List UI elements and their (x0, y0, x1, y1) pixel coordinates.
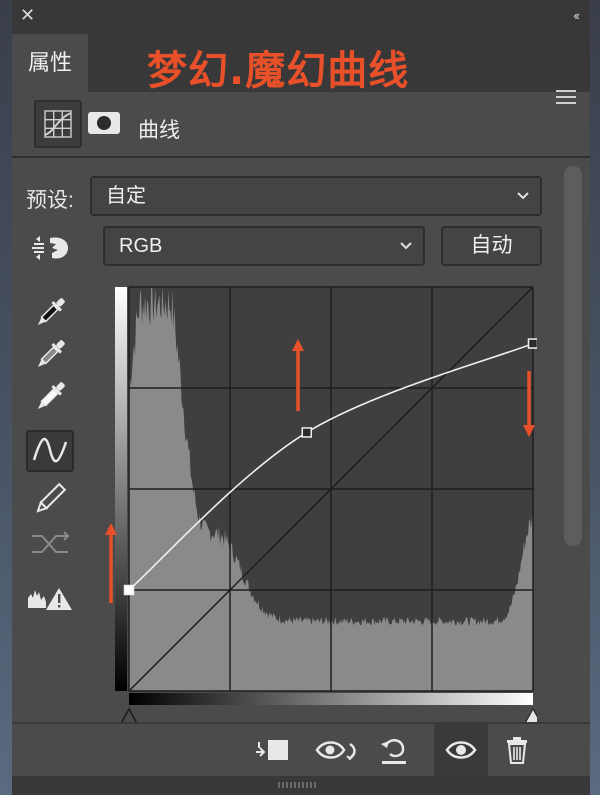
curve-point[interactable] (301, 427, 313, 438)
auto-button[interactable]: 自动 (441, 226, 542, 266)
clip-to-layer-icon[interactable] (254, 734, 294, 766)
channel-select[interactable]: RGB (103, 226, 425, 266)
preset-label: 预设: (26, 189, 74, 212)
panel-titlebar: ✕ ‹‹ (12, 0, 590, 34)
curves-adjustment-icon[interactable] (34, 100, 82, 148)
curve-point[interactable] (123, 584, 135, 596)
background-edge-left (0, 0, 12, 795)
tab-properties[interactable]: 属性 (12, 34, 88, 92)
output-gradient-bar (115, 287, 127, 691)
double-chevron-left-icon[interactable]: ‹‹ (573, 8, 580, 23)
preset-select[interactable]: 自定 (90, 176, 542, 216)
layer-name: 曲线 (138, 119, 180, 142)
eyedropper-black-icon[interactable] (26, 292, 74, 334)
eyedropper-gray-icon[interactable] (26, 334, 74, 376)
background-edge-right (590, 0, 600, 795)
chevron-down-icon (517, 192, 529, 200)
bottom-toolbar (12, 722, 590, 776)
visibility-toggle[interactable] (434, 724, 488, 776)
resize-grip[interactable] (278, 782, 318, 788)
adjustment-layer-row: 曲线 (12, 92, 590, 158)
input-gradient-bar (129, 693, 533, 705)
clipping-warning-icon[interactable] (26, 578, 74, 620)
channel-select-value: RGB (119, 235, 163, 257)
chevron-down-icon (400, 242, 412, 250)
panel-scrollbar[interactable] (564, 166, 582, 546)
on-image-adjust-hand-icon[interactable] (30, 228, 74, 268)
properties-panel: ✕ ‹‹ 属性 梦幻.魔幻曲线 曲线 预设: 自定 RGB 自动 (12, 0, 590, 795)
trash-icon[interactable] (502, 734, 532, 766)
eye-visibility-icon[interactable] (434, 724, 488, 776)
preset-select-value: 自定 (106, 185, 146, 207)
reset-icon[interactable] (376, 734, 412, 766)
eyedropper-white-icon[interactable] (26, 376, 74, 418)
curve-point[interactable] (527, 338, 539, 349)
smooth-curve-icon (26, 524, 74, 566)
panel-footer (12, 776, 590, 795)
curves-graph[interactable] (103, 285, 544, 730)
layer-mask-icon[interactable] (88, 112, 120, 134)
pencil-draw-icon[interactable] (26, 478, 74, 520)
section-divider (12, 156, 590, 158)
close-icon[interactable]: ✕ (20, 5, 35, 26)
view-previous-state-icon[interactable] (314, 734, 358, 766)
overlay-title: 梦幻.魔幻曲线 (147, 48, 410, 94)
curve-point-tool-icon[interactable] (26, 430, 74, 472)
